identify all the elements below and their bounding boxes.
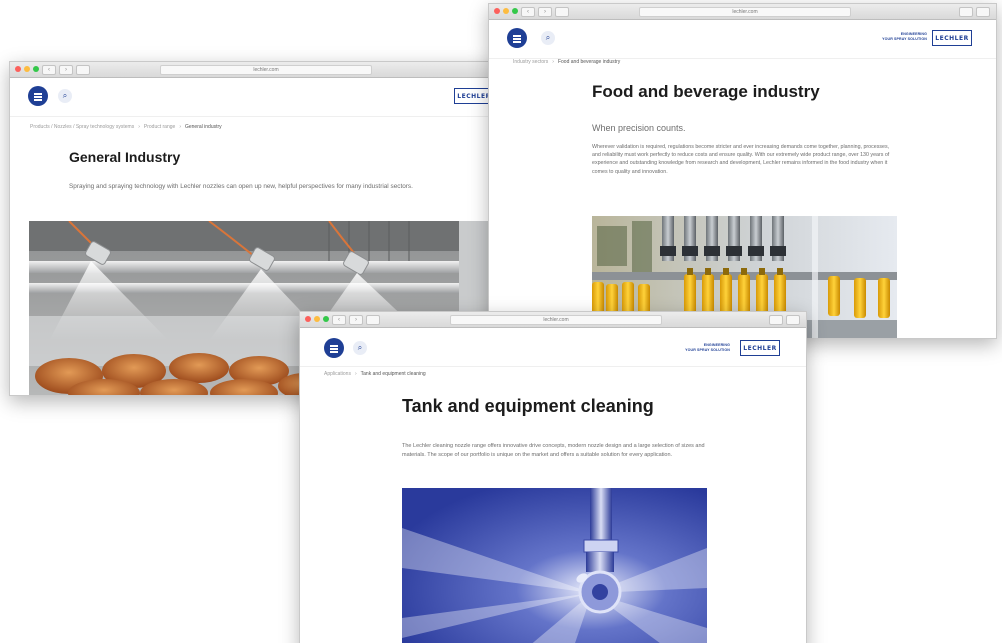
hamburger-icon bbox=[330, 345, 338, 347]
breadcrumb: Applications › Tank and equipment cleaning bbox=[324, 371, 426, 377]
hamburger-icon-line bbox=[513, 38, 521, 40]
back-button[interactable]: ‹ bbox=[521, 7, 535, 17]
forward-button[interactable]: › bbox=[538, 7, 552, 17]
browser-nav: ‹ › bbox=[42, 65, 90, 75]
breadcrumb-item[interactable]: Products / Nozzles / Spray technology sy… bbox=[30, 124, 134, 130]
logo-text: LECHLER bbox=[743, 345, 777, 352]
breadcrumb-current: General industry bbox=[184, 124, 222, 130]
share-button[interactable] bbox=[769, 315, 783, 325]
subtitle: When precision counts. bbox=[592, 123, 686, 133]
hamburger-icon-line bbox=[513, 41, 521, 43]
breadcrumb-item[interactable]: Industry sectors bbox=[513, 59, 548, 65]
minimize-window-button[interactable] bbox=[24, 66, 30, 72]
sidebar-button[interactable] bbox=[76, 65, 90, 75]
search-icon: ⌕ bbox=[357, 343, 363, 352]
tagline-line: YOUR SPRAY SOLUTION bbox=[685, 347, 730, 352]
breadcrumb-item[interactable]: Applications bbox=[324, 371, 351, 377]
intro-text: The Lechler cleaning nozzle range offers… bbox=[402, 443, 705, 458]
minimize-window-button[interactable] bbox=[314, 316, 320, 322]
site-header: ⌕ LECHLER bbox=[10, 78, 520, 117]
menu-button[interactable] bbox=[28, 86, 48, 106]
window-controls bbox=[305, 316, 329, 322]
address-bar[interactable]: lechler.com bbox=[160, 65, 372, 75]
zoom-window-button[interactable] bbox=[512, 8, 518, 14]
search-button[interactable]: ⌕ bbox=[353, 341, 367, 355]
logo-text: LECHLER bbox=[457, 93, 491, 100]
sidebar-button[interactable] bbox=[366, 315, 380, 325]
forward-button[interactable]: › bbox=[349, 315, 363, 325]
breadcrumb-item[interactable]: Product range bbox=[144, 124, 175, 130]
share-button[interactable] bbox=[959, 7, 973, 17]
breadcrumb: Products / Nozzles / Spray technology sy… bbox=[30, 124, 222, 130]
browser-toolbar: ‹ › lechler.com bbox=[300, 312, 806, 328]
browser-nav: ‹ › bbox=[332, 315, 380, 325]
browser-window-tank-cleaning: ‹ › lechler.com ⌕ ENGINEERING YOUR SPRAY… bbox=[299, 311, 807, 643]
hamburger-icon-line bbox=[34, 96, 42, 98]
address-bar[interactable]: lechler.com bbox=[639, 7, 851, 17]
breadcrumb-current: Tank and equipment cleaning bbox=[360, 371, 426, 377]
logo-text: LECHLER bbox=[935, 35, 969, 42]
browser-toolbar: ‹ › lechler.com bbox=[489, 4, 996, 20]
tagline-line: YOUR SPRAY SOLUTION bbox=[882, 36, 927, 41]
menu-button[interactable] bbox=[324, 338, 344, 358]
forward-button[interactable]: › bbox=[59, 65, 73, 75]
search-button[interactable]: ⌕ bbox=[58, 89, 72, 103]
tagline: ENGINEERING YOUR SPRAY SOLUTION bbox=[680, 343, 730, 352]
menu-button[interactable] bbox=[507, 28, 527, 48]
address-bar[interactable]: lechler.com bbox=[450, 315, 662, 325]
site-header: ⌕ ENGINEERING YOUR SPRAY SOLUTION LECHLE… bbox=[300, 328, 806, 367]
hamburger-icon-line bbox=[330, 351, 338, 353]
hamburger-icon-line bbox=[330, 348, 338, 350]
hamburger-icon-line bbox=[34, 99, 42, 101]
minimize-window-button[interactable] bbox=[503, 8, 509, 14]
search-button[interactable]: ⌕ bbox=[541, 31, 555, 45]
hamburger-icon bbox=[513, 35, 521, 37]
browser-actions bbox=[769, 315, 800, 325]
search-icon: ⌕ bbox=[545, 33, 551, 42]
tagline: ENGINEERING YOUR SPRAY SOLUTION bbox=[879, 32, 927, 41]
site-header: ⌕ ENGINEERING YOUR SPRAY SOLUTION LECHLE… bbox=[489, 20, 996, 59]
page-title: Tank and equipment cleaning bbox=[402, 396, 654, 416]
intro-text: Wherever validation is required, regulat… bbox=[592, 144, 890, 175]
breadcrumb-current: Food and beverage industry bbox=[557, 59, 621, 65]
page-title: Food and beverage industry bbox=[592, 82, 820, 101]
window-controls bbox=[15, 66, 39, 72]
close-window-button[interactable] bbox=[494, 8, 500, 14]
hamburger-icon bbox=[34, 93, 42, 95]
zoom-window-button[interactable] bbox=[33, 66, 39, 72]
page-title: General Industry bbox=[69, 149, 181, 165]
stage: ‹ › lechler.com ⌕ LECHLER Products / Noz… bbox=[0, 0, 1002, 643]
browser-window-food-beverage: ‹ › lechler.com ⌕ ENGINEERING YOUR SPRAY… bbox=[488, 3, 997, 339]
zoom-window-button[interactable] bbox=[323, 316, 329, 322]
breadcrumb: Industry sectors › Food and beverage indus… bbox=[513, 59, 621, 65]
window-controls bbox=[494, 8, 518, 14]
lechler-logo[interactable]: LECHLER bbox=[932, 30, 972, 46]
close-window-button[interactable] bbox=[305, 316, 311, 322]
back-button[interactable]: ‹ bbox=[332, 315, 346, 325]
browser-actions bbox=[959, 7, 990, 17]
back-button[interactable]: ‹ bbox=[42, 65, 56, 75]
tabs-button[interactable] bbox=[786, 315, 800, 325]
search-icon: ⌕ bbox=[62, 91, 68, 100]
browser-nav: ‹ › bbox=[521, 7, 569, 17]
hero-image-rotating-nozzle bbox=[402, 488, 707, 643]
close-window-button[interactable] bbox=[15, 66, 21, 72]
browser-toolbar: ‹ › lechler.com bbox=[10, 62, 520, 78]
tabs-button[interactable] bbox=[976, 7, 990, 17]
lechler-logo[interactable]: LECHLER bbox=[740, 340, 780, 356]
nozzle-photo-illustration bbox=[402, 488, 707, 643]
sidebar-button[interactable] bbox=[555, 7, 569, 17]
intro-text: Spraying and spraying technology with Le… bbox=[69, 183, 413, 190]
